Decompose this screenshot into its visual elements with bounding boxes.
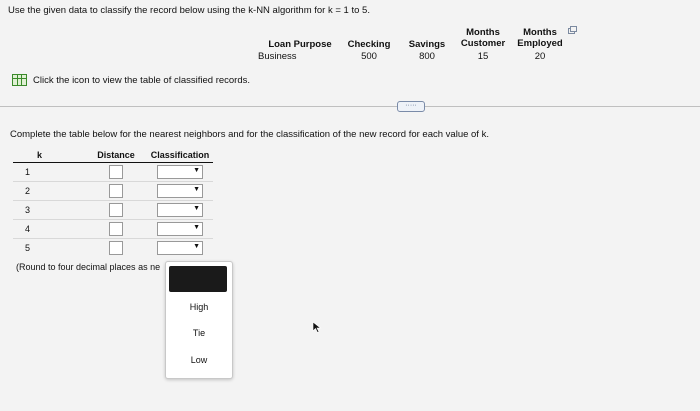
table-row: 3 (13, 200, 213, 220)
dropdown-option-low[interactable]: Low (166, 355, 232, 365)
k-value: 5 (13, 238, 85, 257)
dropdown-option-high[interactable]: High (166, 302, 232, 312)
table-icon[interactable] (12, 74, 27, 86)
classification-select[interactable] (157, 222, 203, 236)
savings-value: 800 (419, 51, 435, 62)
classification-dropdown-menu: High Tie Low (165, 261, 233, 379)
months-customer-value: 15 (477, 51, 489, 62)
distance-input[interactable] (109, 203, 123, 217)
knn-table: k Distance Classification 1 2 3 4 5 (13, 148, 213, 257)
k-value: 3 (13, 200, 85, 220)
classification-header: Classification (147, 148, 213, 163)
checking-header: Checking (347, 39, 391, 50)
question-text: Use the given data to classify the recor… (8, 5, 370, 16)
classification-select[interactable] (157, 203, 203, 217)
mouse-cursor-icon (312, 321, 322, 333)
classification-select[interactable] (157, 241, 203, 255)
distance-input[interactable] (109, 241, 123, 255)
loan-purpose-value: Business (258, 51, 297, 62)
classification-select[interactable] (157, 184, 203, 198)
section-divider (0, 106, 700, 107)
classification-select[interactable] (157, 165, 203, 179)
view-table-link[interactable]: Click the icon to view the table of clas… (12, 74, 250, 86)
dropdown-highlighted-blank-option[interactable] (169, 266, 227, 292)
months-customer-header: Months Customer (460, 27, 506, 49)
table-row: 1 (13, 163, 213, 182)
expand-button[interactable]: ····· (397, 101, 425, 112)
months-employed-value: 20 (534, 51, 546, 62)
checking-value: 500 (361, 51, 377, 62)
k-value: 4 (13, 219, 85, 239)
months-employed-header: Months Employed (517, 27, 563, 49)
distance-input[interactable] (109, 222, 123, 236)
distance-input[interactable] (109, 165, 123, 179)
table-row: 2 (13, 181, 213, 201)
table-row: 5 (13, 238, 213, 257)
view-table-label: Click the icon to view the table of clas… (33, 74, 251, 86)
table-row: 4 (13, 219, 213, 239)
k-value: 1 (25, 167, 31, 177)
k-value: 2 (13, 181, 85, 201)
distance-input[interactable] (109, 184, 123, 198)
savings-header: Savings (408, 39, 446, 50)
dropdown-option-tie[interactable]: Tie (166, 328, 232, 338)
instruction-text: Complete the table below for the nearest… (10, 129, 489, 140)
copy-icon[interactable] (568, 26, 577, 34)
distance-header: Distance (85, 148, 147, 163)
k-header: k (13, 148, 85, 163)
loan-purpose-header: Loan Purpose (268, 39, 332, 50)
rounding-note: (Round to four decimal places as ne (16, 262, 161, 272)
